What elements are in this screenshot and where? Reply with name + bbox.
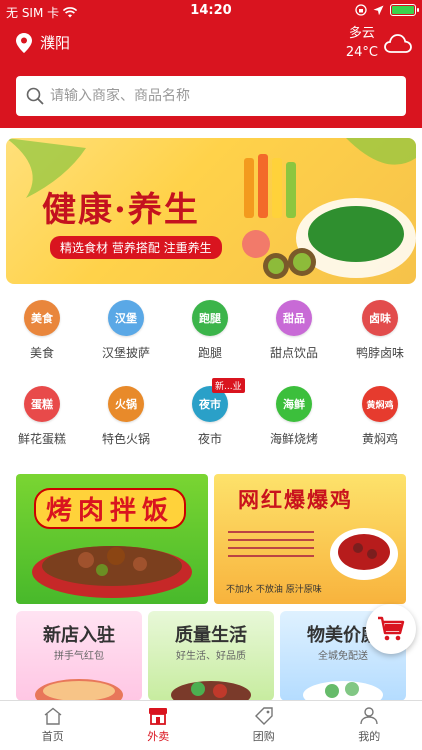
- banner-subtitle: 精选食材 营养搭配 注重养生: [50, 236, 222, 259]
- location-selector[interactable]: 濮阳: [16, 32, 70, 53]
- category-label: 夜市: [197, 432, 222, 446]
- user-icon: [360, 707, 378, 725]
- search-bar[interactable]: [16, 76, 406, 116]
- category-label: 特色火锅: [101, 432, 150, 446]
- promo-banner[interactable]: 健康·养生 精选食材 营养搭配 注重养生: [6, 138, 416, 284]
- battery-icon: [390, 4, 419, 16]
- tag-icon: [254, 707, 273, 725]
- category-label: 汉堡披萨: [101, 346, 150, 360]
- status-right: [355, 4, 419, 16]
- category-burger-pizza[interactable]: 汉堡 汉堡披萨: [84, 300, 168, 361]
- tab-profile[interactable]: 我的: [317, 701, 422, 750]
- search-icon: [26, 87, 44, 105]
- category-seafood-icon: 海鲜: [276, 386, 312, 422]
- promo-right-desc: 不加水 不放油 原汁原味: [226, 585, 322, 595]
- category-hotpot-icon: 火锅: [108, 386, 144, 422]
- category-label: 鲜花蛋糕: [17, 432, 66, 446]
- tab-label: 首页: [41, 730, 64, 743]
- category-braised-chicken-icon: 黄焖鸡: [362, 386, 398, 422]
- tab-bar: 首页 外卖 团购 我的: [0, 700, 422, 750]
- category-dessert[interactable]: 甜品 甜点饮品: [252, 300, 336, 361]
- weather-widget: 多云 24°C: [346, 24, 412, 62]
- category-braised-chicken[interactable]: 黄焖鸡 黄焖鸡: [338, 386, 422, 447]
- cloud-icon: [384, 34, 412, 53]
- category-hotpot[interactable]: 火锅 特色火锅: [84, 386, 168, 447]
- promo-card-bbq-rice[interactable]: 烤肉拌饭: [16, 474, 208, 604]
- category-night-market[interactable]: 夜市 新...业 夜市: [168, 378, 252, 447]
- category-row-1: 美食 美食 汉堡 汉堡披萨 跑腿 跑腿 甜品 甜点饮品 卤味 鸭脖卤味: [0, 300, 422, 380]
- category-errand[interactable]: 跑腿 跑腿: [168, 300, 252, 361]
- location-pin-icon: [16, 32, 32, 53]
- weather-temperature: 24°C: [345, 45, 378, 60]
- category-errand-icon: 跑腿: [192, 300, 228, 336]
- status-bar: 无 SIM 卡 14:20: [0, 0, 422, 22]
- category-cake[interactable]: 蛋糕 鲜花蛋糕: [0, 386, 84, 447]
- city-name: 濮阳: [40, 34, 71, 52]
- banner-title: 健康·养生: [42, 190, 200, 230]
- category-food[interactable]: 美食 美食: [0, 300, 84, 361]
- tab-takeout[interactable]: 外卖: [106, 701, 212, 750]
- category-food-icon: 美食: [24, 300, 60, 336]
- dish-image: [171, 681, 251, 701]
- category-row-2: 蛋糕 鲜花蛋糕 火锅 特色火锅 夜市 新...业 夜市 海鲜 海鲜烧烤 黄焖鸡 …: [0, 378, 422, 466]
- rotation-lock-icon: [355, 4, 367, 16]
- category-label: 甜点饮品: [269, 346, 318, 360]
- tab-label: 我的: [358, 730, 381, 743]
- category-label: 美食: [29, 346, 54, 360]
- shopping-cart-icon: [378, 616, 405, 641]
- promo-quality-life[interactable]: 质量生活 好生活、好品质: [148, 611, 274, 701]
- search-input[interactable]: [50, 88, 390, 104]
- bbq-rice-image: [32, 546, 192, 598]
- promo-new-store[interactable]: 新店入驻 拼手气红包: [16, 611, 142, 701]
- noodle-image: [35, 679, 123, 701]
- promo-card-chicken[interactable]: 网红爆爆鸡 不加水 不放油 原汁原味: [214, 474, 406, 604]
- header: 无 SIM 卡 14:20 濮阳 多云 24°C 请输入商家、商品名称: [0, 0, 422, 128]
- category-label: 跑腿: [197, 346, 222, 360]
- tab-label: 外卖: [147, 730, 170, 743]
- tab-group-buy[interactable]: 团购: [211, 701, 317, 750]
- category-braised-icon: 卤味: [362, 300, 398, 336]
- category-seafood-bbq[interactable]: 海鲜 海鲜烧烤: [252, 386, 336, 447]
- category-cake-icon: 蛋糕: [24, 386, 60, 422]
- category-dessert-icon: 甜品: [276, 300, 312, 336]
- new-badge: 新...业: [212, 378, 245, 393]
- category-label: 海鲜烧烤: [269, 432, 318, 446]
- category-burger-icon: 汉堡: [108, 300, 144, 336]
- category-braised[interactable]: 卤味 鸭脖卤味: [338, 300, 422, 361]
- home-icon: [44, 707, 62, 725]
- tab-home[interactable]: 首页: [0, 701, 106, 750]
- weather-condition: 多云: [348, 26, 375, 41]
- store-icon: [149, 708, 168, 725]
- location-arrow-icon: [373, 5, 384, 15]
- cart-button[interactable]: [366, 604, 416, 654]
- tab-label: 团购: [252, 730, 275, 743]
- category-label: 黄焖鸡: [361, 432, 398, 446]
- category-label: 鸭脖卤味: [355, 346, 404, 360]
